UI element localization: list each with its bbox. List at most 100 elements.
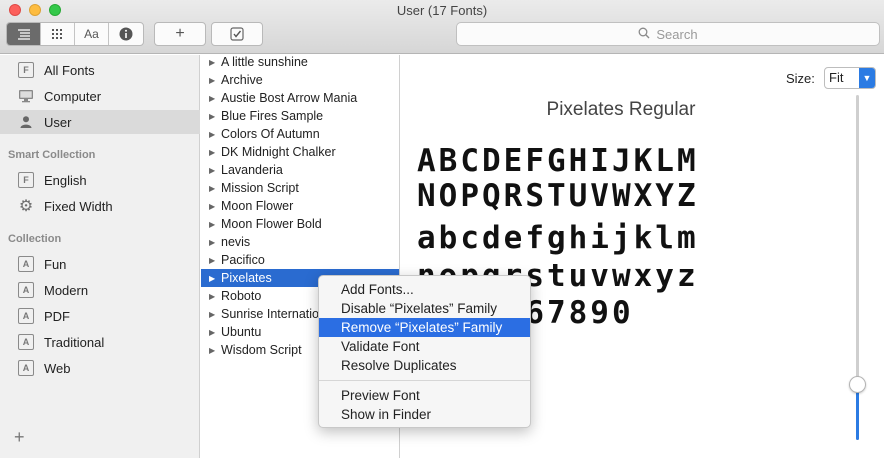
sidebar-item-pdf[interactable]: A PDF [0, 304, 200, 328]
collection-icon: A [18, 360, 34, 376]
disclosure-triangle-icon[interactable]: ▶ [209, 328, 221, 337]
font-name: Austie Bost Arrow Mania [221, 91, 358, 105]
disclosure-triangle-icon[interactable]: ▶ [209, 58, 221, 67]
sidebar-item-traditional[interactable]: A Traditional [0, 330, 200, 354]
font-name: Colors Of Autumn [221, 127, 320, 141]
validate-button[interactable] [211, 22, 263, 46]
menu-item-validate-font[interactable]: Validate Font [319, 337, 530, 356]
disclosure-triangle-icon[interactable]: ▶ [209, 166, 221, 175]
font-name: A little sunshine [221, 55, 308, 69]
menu-item-disable-family[interactable]: Disable “Pixelates” Family [319, 299, 530, 318]
window-toolbar: User (17 Fonts) Aa + Search [0, 0, 884, 54]
font-row[interactable]: ▶ Pacifico [201, 251, 399, 269]
sample-view-button[interactable]: Aa [75, 23, 109, 45]
font-name: Archive [221, 73, 263, 87]
disclosure-triangle-icon[interactable]: ▶ [209, 310, 221, 319]
font-row[interactable]: ▶ Moon Flower Bold [201, 215, 399, 233]
sidebar-item-fixed-width[interactable]: ⚙ Fixed Width [0, 194, 200, 218]
disclosure-triangle-icon[interactable]: ▶ [209, 220, 221, 229]
context-menu: Add Fonts... Disable “Pixelates” Family … [318, 275, 531, 428]
list-view-icon [17, 29, 30, 40]
grid-view-icon [51, 29, 62, 39]
sidebar: F All Fonts Computer User Smart Collecti… [0, 55, 200, 458]
disclosure-triangle-icon[interactable]: ▶ [209, 238, 221, 247]
font-name: DK Midnight Chalker [221, 145, 336, 159]
font-row[interactable]: ▶ nevis [201, 233, 399, 251]
font-row[interactable]: ▶ Moon Flower [201, 197, 399, 215]
font-name: Moon Flower [221, 199, 294, 213]
window-title: User (17 Fonts) [396, 3, 488, 18]
disclosure-triangle-icon[interactable]: ▶ [209, 346, 221, 355]
sidebar-item-label: Fun [44, 256, 67, 272]
menu-item-add-fonts[interactable]: Add Fonts... [319, 280, 530, 299]
sidebar-item-fun[interactable]: A Fun [0, 252, 200, 276]
sidebar-item-label: Computer [44, 88, 102, 104]
menu-item-show-in-finder[interactable]: Show in Finder [319, 405, 530, 424]
menu-separator [319, 380, 530, 381]
font-name: Pixelates [221, 271, 272, 285]
menu-item-remove-family[interactable]: Remove “Pixelates” Family [319, 318, 530, 337]
sidebar-item-label: Fixed Width [44, 198, 113, 214]
font-name: Lavanderia [221, 163, 283, 177]
disclosure-triangle-icon[interactable]: ▶ [209, 148, 221, 157]
sample-line: NOPQRSTUVWXYZ [417, 178, 699, 214]
font-name: Wisdom Script [221, 343, 302, 357]
collection-header: Collection [8, 233, 62, 245]
sample-line: ABCDEFGHIJKLM [417, 143, 699, 179]
sidebar-item-label: All Fonts [44, 62, 95, 78]
view-mode-segmented-control: Aa [6, 22, 144, 46]
disclosure-triangle-icon[interactable]: ▶ [209, 184, 221, 193]
plus-icon: + [175, 25, 185, 42]
font-row[interactable]: ▶ Austie Bost Arrow Mania [201, 89, 399, 107]
sidebar-item-computer[interactable]: Computer [0, 84, 200, 108]
font-row[interactable]: ▶ A little sunshine [201, 55, 399, 71]
sidebar-item-label: Web [44, 360, 71, 376]
font-row[interactable]: ▶ Lavanderia [201, 161, 399, 179]
disclosure-triangle-icon[interactable]: ▶ [209, 94, 221, 103]
sidebar-item-label: English [44, 172, 87, 188]
size-select[interactable]: Fit ▼ [824, 67, 876, 89]
font-row[interactable]: ▶ DK Midnight Chalker [201, 143, 399, 161]
sidebar-item-modern[interactable]: A Modern [0, 278, 200, 302]
add-fonts-button[interactable]: + [154, 22, 206, 46]
font-name: Blue Fires Sample [221, 109, 324, 123]
sidebar-item-label: Traditional [44, 334, 105, 350]
disclosure-triangle-icon[interactable]: ▶ [209, 202, 221, 211]
grid-view-button[interactable] [41, 23, 75, 45]
preview-font-name: Pixelates Regular [546, 99, 696, 120]
sidebar-item-all-fonts[interactable]: F All Fonts [0, 58, 200, 82]
disclosure-triangle-icon[interactable]: ▶ [209, 112, 221, 121]
collection-icon: A [18, 334, 34, 350]
font-row[interactable]: ▶ Archive [201, 71, 399, 89]
size-slider-knob[interactable] [849, 376, 866, 393]
disclosure-triangle-icon[interactable]: ▶ [209, 292, 221, 301]
font-box-icon: F [18, 62, 34, 78]
font-row[interactable]: ▶ Mission Script [201, 179, 399, 197]
sidebar-item-web[interactable]: A Web [0, 356, 200, 380]
disclosure-triangle-icon[interactable]: ▶ [209, 76, 221, 85]
font-box-icon: F [18, 172, 34, 188]
menu-item-preview-font[interactable]: Preview Font [319, 386, 530, 405]
disclosure-triangle-icon[interactable]: ▶ [209, 274, 221, 283]
sidebar-item-user[interactable]: User [0, 110, 200, 134]
font-name: Moon Flower Bold [221, 217, 322, 231]
size-label: Size: [786, 71, 815, 86]
disclosure-triangle-icon[interactable]: ▶ [209, 256, 221, 265]
user-icon [18, 114, 34, 130]
sidebar-item-label: Modern [44, 282, 89, 298]
info-button[interactable] [109, 23, 143, 45]
size-value: Fit [829, 70, 844, 85]
menu-item-resolve-duplicates[interactable]: Resolve Duplicates [319, 356, 530, 375]
font-row[interactable]: ▶ Colors Of Autumn [201, 125, 399, 143]
disclosure-triangle-icon[interactable]: ▶ [209, 130, 221, 139]
search-field[interactable]: Search [456, 22, 880, 46]
list-view-button[interactable] [7, 23, 41, 45]
sidebar-item-label: PDF [44, 308, 70, 324]
font-row[interactable]: ▶ Blue Fires Sample [201, 107, 399, 125]
sample-view-icon: Aa [84, 27, 99, 41]
search-icon [638, 27, 650, 42]
add-collection-button[interactable]: + [14, 427, 25, 448]
font-name: nevis [221, 235, 251, 249]
sidebar-item-english[interactable]: F English [0, 168, 200, 192]
search-placeholder: Search [656, 26, 698, 42]
